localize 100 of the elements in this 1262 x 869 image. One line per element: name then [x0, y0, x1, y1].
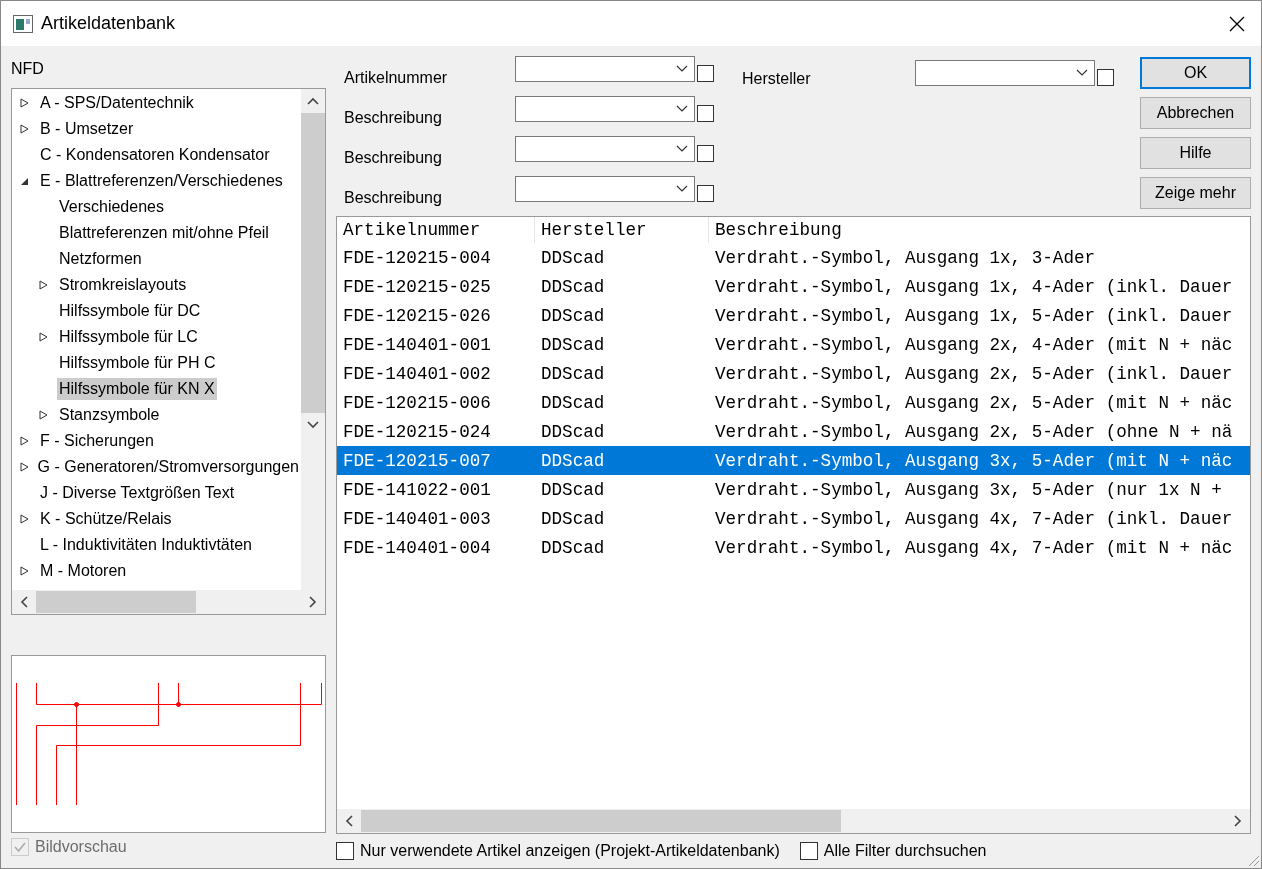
tree-item[interactable]: Netzformen	[57, 248, 144, 270]
tree-item[interactable]: Blattreferenzen mit/ohne Pfeil	[57, 222, 271, 244]
collapsed-triangle-icon[interactable]	[20, 124, 29, 134]
table-row[interactable]: FDE-140401-004 DDScad Verdraht.-Symbol, Ausgang 4x, 7-Ader (mit N + näc	[337, 533, 1250, 562]
filter-label: Hersteller	[742, 69, 812, 88]
checkbox[interactable]	[799, 842, 818, 860]
checkbox[interactable]	[697, 104, 714, 122]
tree-item[interactable]: Hilfssymbole für DC	[57, 300, 203, 322]
table-cell-text: DDScad	[540, 247, 606, 268]
table-cell-text: Verdraht.-Symbol, Ausgang 4x, 7-Ader (mit N + näc	[714, 537, 1234, 558]
scroll-left-icon[interactable]	[345, 815, 353, 827]
dialog-button[interactable]: OK	[1140, 57, 1251, 89]
scroll-right-icon[interactable]	[1234, 815, 1242, 827]
tree-item[interactable]: F - Sicherungen	[38, 430, 156, 452]
table-row[interactable]: FDE-140401-003 DDScad Verdraht.-Symbol, Ausgang 4x, 7-Ader (inkl. Dauer	[337, 504, 1250, 533]
horizontal-scrollbar[interactable]	[12, 590, 325, 614]
table-row[interactable]: FDE-120215-004 DDScad Verdraht.-Symbol, Ausgang 1x, 3-Ader	[337, 243, 1250, 272]
tree-item[interactable]: Stanzsymbole	[57, 404, 162, 426]
scroll-down-icon[interactable]	[307, 421, 319, 429]
checkbox[interactable]	[697, 144, 714, 162]
tree-item[interactable]: M - Motoren	[38, 560, 129, 582]
dropdown-caret-icon[interactable]	[676, 105, 688, 113]
collapsed-triangle-icon[interactable]	[20, 98, 29, 108]
scroll-left-icon[interactable]	[20, 596, 28, 608]
checkbox[interactable]	[336, 842, 354, 860]
filter-dropdown[interactable]	[915, 60, 1095, 86]
tree-heading: NFD	[11, 60, 45, 79]
resize-grip-icon[interactable]	[1246, 853, 1260, 867]
table-row[interactable]: FDE-120215-025 DDScad Verdraht.-Symbol, Ausgang 1x, 4-Ader (inkl. Dauer	[337, 272, 1250, 301]
checkbox[interactable]	[1097, 68, 1114, 86]
collapsed-triangle-icon[interactable]	[20, 566, 29, 576]
table-row[interactable]: FDE-120215-006 DDScad Verdraht.-Symbol, Ausgang 2x, 5-Ader (mit N + näc	[337, 388, 1250, 417]
column-header[interactable]: Beschreibung	[709, 217, 1250, 243]
table-row[interactable]: FDE-120215-007 DDScad Verdraht.-Symbol, Ausgang 3x, 5-Ader (mit N + näc	[337, 446, 1250, 475]
checkbox[interactable]	[697, 184, 714, 202]
table-cell-text: Verdraht.-Symbol, Ausgang 4x, 7-Ader (inkl. Dauer	[714, 508, 1234, 529]
table-cell-text: FDE-120215-007	[342, 450, 492, 471]
tree-item[interactable]: J - Diverse Textgrößen Text	[38, 482, 237, 504]
checkbox-label: Alle Filter durchsuchen	[823, 842, 987, 860]
tree-item[interactable]: G - Generatoren/Stromversorgungen	[35, 456, 301, 478]
horizontal-scrollbar[interactable]	[337, 809, 1250, 833]
filter-label: Artikelnummer	[344, 68, 449, 87]
collapsed-triangle-icon[interactable]	[39, 410, 48, 420]
expanded-triangle-icon[interactable]	[20, 176, 29, 186]
collapsed-triangle-icon[interactable]	[20, 436, 29, 446]
table-row[interactable]: FDE-140401-002 DDScad Verdraht.-Symbol, Ausgang 2x, 5-Ader (inkl. Dauer	[337, 359, 1250, 388]
window-app-icon	[13, 14, 33, 33]
scroll-up-icon[interactable]	[307, 97, 319, 105]
collapsed-triangle-icon[interactable]	[39, 332, 48, 342]
table-cell-text: DDScad	[540, 392, 606, 413]
tree-item[interactable]: E - Blattreferenzen/Verschiedenes	[38, 170, 285, 192]
dropdown-caret-icon[interactable]	[1076, 69, 1088, 77]
table-cell-text: FDE-120215-006	[342, 392, 492, 413]
scroll-right-icon[interactable]	[309, 596, 317, 608]
tree-item[interactable]: Hilfssymbole für KN X	[57, 378, 217, 400]
table-cell-text: Verdraht.-Symbol, Ausgang 2x, 5-Ader (inkl. Dauer	[714, 363, 1234, 384]
table-row[interactable]: FDE-140401-001 DDScad Verdraht.-Symbol, Ausgang 2x, 4-Ader (mit N + näc	[337, 330, 1250, 359]
table-cell-text: DDScad	[540, 421, 606, 442]
scroll-thumb[interactable]	[361, 810, 841, 832]
table-cell-text: FDE-120215-026	[342, 305, 492, 326]
table-cell-text: Verdraht.-Symbol, Ausgang 2x, 5-Ader (ohne N + nä	[714, 421, 1234, 442]
dropdown-caret-icon[interactable]	[676, 185, 688, 193]
filter-dropdown[interactable]	[515, 56, 695, 82]
tree-item[interactable]: Hilfssymbole für PH C	[57, 352, 218, 374]
dialog-button[interactable]: Abbrechen	[1140, 97, 1251, 129]
tree-item[interactable]: Verschiedenes	[57, 196, 166, 218]
scroll-thumb[interactable]	[36, 591, 196, 613]
filter-label: Beschreibung	[344, 108, 443, 127]
tree-item[interactable]: B - Umsetzer	[38, 118, 136, 140]
tree-item[interactable]: Stromkreislayouts	[57, 274, 189, 296]
checkbox[interactable]	[697, 64, 714, 82]
collapsed-triangle-icon[interactable]	[20, 514, 29, 524]
dropdown-caret-icon[interactable]	[676, 65, 688, 73]
filter-dropdown[interactable]	[515, 136, 695, 162]
column-header[interactable]: Artikelnummer	[337, 217, 535, 243]
table-row[interactable]: FDE-120215-026 DDScad Verdraht.-Symbol, Ausgang 1x, 5-Ader (inkl. Dauer	[337, 301, 1250, 330]
table-row[interactable]: FDE-141022-001 DDScad Verdraht.-Symbol, Ausgang 3x, 5-Ader (nur 1x N +	[337, 475, 1250, 504]
table-cell-text: FDE-140401-003	[342, 508, 492, 529]
tree-item[interactable]: L - Induktivitäten Induktivtäten	[38, 534, 254, 556]
tree-item[interactable]: C - Kondensatoren Kondensator	[38, 144, 272, 166]
close-icon[interactable]	[1229, 15, 1245, 32]
filter-label: Beschreibung	[344, 188, 443, 207]
vertical-scrollbar[interactable]	[301, 89, 325, 590]
table-row[interactable]: FDE-120215-024 DDScad Verdraht.-Symbol, Ausgang 2x, 5-Ader (ohne N + nä	[337, 417, 1250, 446]
tree-item[interactable]: Hilfssymbole für LC	[57, 326, 200, 348]
dialog-button[interactable]: Zeige mehr	[1140, 177, 1251, 209]
collapsed-triangle-icon[interactable]	[20, 462, 29, 472]
column-header[interactable]: Hersteller	[535, 217, 709, 243]
tree-item[interactable]: K - Schütze/Relais	[38, 508, 174, 530]
collapsed-triangle-icon[interactable]	[39, 280, 48, 290]
dropdown-caret-icon[interactable]	[676, 145, 688, 153]
tree-item[interactable]: A - SPS/Datentechnik	[38, 92, 196, 114]
table-cell-text: FDE-140401-002	[342, 363, 492, 384]
table-cell-text: FDE-120215-025	[342, 276, 492, 297]
table-cell-text: Verdraht.-Symbol, Ausgang 2x, 4-Ader (mit N + näc	[714, 334, 1234, 355]
filter-dropdown[interactable]	[515, 96, 695, 122]
scroll-thumb[interactable]	[301, 113, 325, 413]
filter-dropdown[interactable]	[515, 176, 695, 202]
dialog-button[interactable]: Hilfe	[1140, 137, 1251, 169]
table-cell-text: Verdraht.-Symbol, Ausgang 3x, 5-Ader (mit N + näc	[714, 450, 1234, 471]
